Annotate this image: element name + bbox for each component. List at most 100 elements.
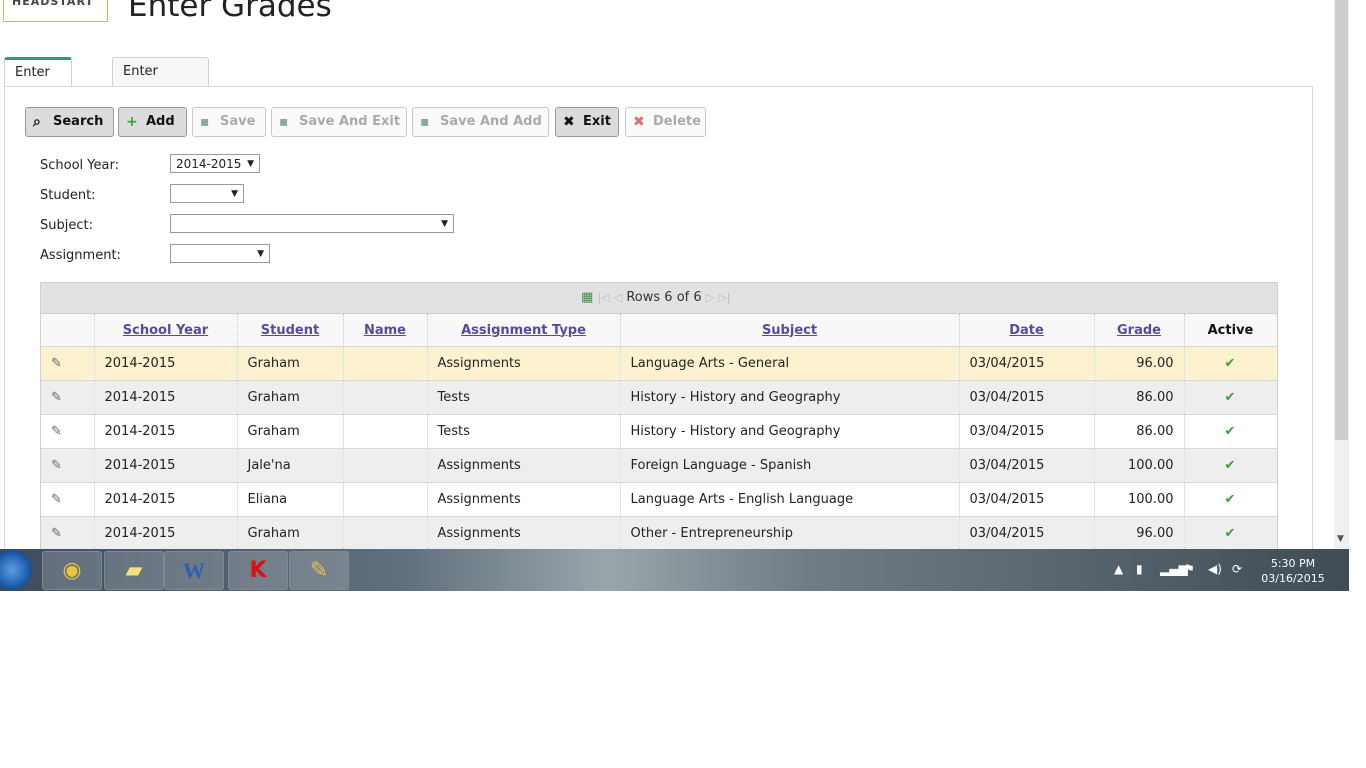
col-date[interactable]: Date <box>959 314 1095 347</box>
edit-icon[interactable]: ✎ <box>41 414 95 449</box>
cell-date: 03/04/2015 <box>959 414 1095 449</box>
table-row[interactable]: ✎ 2014-2015 Graham Tests History - Histo… <box>41 380 1278 415</box>
checkmark-icon: ✔ <box>1184 482 1278 517</box>
exit-button[interactable]: ✖ Exit <box>555 107 619 137</box>
cell-assignment-type: Assignments <box>427 448 621 483</box>
windows-taskbar: ◉ ▰ W K ✎ ▲ ▮ ▂▄▆ ⚑ ◀) ⟳ 5:30 PM 03/16/2… <box>0 549 1349 591</box>
cell-name <box>343 448 428 483</box>
grades-grid: ▦ |◁ ◁ Rows 6 of 6 ▷ ▷| School Year Stud… <box>40 282 1278 549</box>
edit-icon[interactable]: ✎ <box>41 482 95 517</box>
cell-school-year: 2014-2015 <box>94 516 238 549</box>
export-icon[interactable]: ▦ <box>581 290 593 305</box>
table-row[interactable]: ✎ 2014-2015 Eliana Assignments Language … <box>41 482 1278 517</box>
cell-name <box>343 516 428 549</box>
col-assignment-type[interactable]: Assignment Type <box>427 314 621 347</box>
cell-date: 03/04/2015 <box>959 482 1095 517</box>
edit-icon[interactable]: ✎ <box>41 448 95 483</box>
delete-button[interactable]: ✖ Delete <box>625 107 706 137</box>
next-page-icon[interactable]: ▷ <box>706 291 714 304</box>
flag-icon[interactable]: ⚑ <box>1184 562 1195 576</box>
cell-school-year: 2014-2015 <box>94 380 238 415</box>
save-and-exit-label: Save And Exit <box>299 114 401 129</box>
vertical-scrollbar[interactable]: ▼ <box>1334 0 1349 549</box>
add-button[interactable]: + Add <box>118 107 187 137</box>
power-icon[interactable]: ▮ <box>1136 562 1143 576</box>
paint-icon[interactable]: ✎ <box>289 551 349 590</box>
table-row[interactable]: ✎ 2014-2015 Graham Assignments Other - E… <box>41 516 1278 549</box>
table-row[interactable]: ✎ 2014-2015 Graham Tests History - Histo… <box>41 414 1278 449</box>
cell-subject: Language Arts - General <box>620 346 960 381</box>
cell-subject: History - History and Geography <box>620 380 960 415</box>
save-and-add-button[interactable]: ▪ Save And Add <box>412 107 549 137</box>
edit-column-header <box>41 314 95 347</box>
col-name[interactable]: Name <box>343 314 428 347</box>
notes-icon[interactable]: ▰ <box>104 551 164 590</box>
student-select[interactable]: ▼ <box>170 184 244 203</box>
sync-icon[interactable]: ⟳ <box>1232 562 1242 576</box>
cell-subject: Other - Entrepreneurship <box>620 516 960 549</box>
cell-date: 03/04/2015 <box>959 346 1095 381</box>
chrome-icon[interactable]: ◉ <box>42 551 102 590</box>
assignment-label: Assignment: <box>40 248 121 263</box>
save-button-label: Save <box>220 114 256 129</box>
cell-student: Graham <box>237 380 344 415</box>
logo-text: HEADSTART <box>12 0 94 8</box>
edit-icon[interactable]: ✎ <box>41 346 95 381</box>
start-button[interactable] <box>0 550 32 590</box>
edit-icon[interactable]: ✎ <box>41 380 95 415</box>
save-and-add-label: Save And Add <box>440 114 542 129</box>
save-and-exit-button[interactable]: ▪ Save And Exit <box>271 107 407 137</box>
cell-school-year: 2014-2015 <box>94 346 238 381</box>
show-hidden-icons-icon[interactable]: ▲ <box>1114 562 1123 576</box>
cell-assignment-type: Assignments <box>427 482 621 517</box>
assignment-select[interactable]: ▼ <box>170 244 270 263</box>
cell-student: Graham <box>237 516 344 549</box>
scroll-down-icon[interactable]: ▼ <box>1337 534 1344 544</box>
checkmark-icon: ✔ <box>1184 414 1278 449</box>
plus-icon: + <box>126 114 138 130</box>
cell-student: Jale'na <box>237 448 344 483</box>
cell-grade: 86.00 <box>1094 380 1185 415</box>
word-icon[interactable]: W <box>164 551 224 590</box>
cell-subject: Foreign Language - Spanish <box>620 448 960 483</box>
scrollbar-thumb[interactable] <box>1335 0 1348 440</box>
cell-assignment-type: Tests <box>427 414 621 449</box>
save-add-icon: ▪ <box>420 114 430 130</box>
volume-icon[interactable]: ◀) <box>1208 562 1222 576</box>
cell-grade: 96.00 <box>1094 516 1185 549</box>
school-year-select[interactable]: 2014-2015 ▼ <box>170 154 260 173</box>
first-page-icon[interactable]: |◁ <box>597 291 609 304</box>
col-student[interactable]: Student <box>237 314 344 347</box>
search-icon: ⌕ <box>33 114 41 130</box>
subject-label: Subject: <box>40 218 93 233</box>
table-row[interactable]: ✎ 2014-2015 Graham Assignments Language … <box>41 346 1278 381</box>
prev-page-icon[interactable]: ◁ <box>614 291 622 304</box>
cell-name <box>343 380 428 415</box>
exit-button-label: Exit <box>583 114 611 129</box>
last-page-icon[interactable]: ▷| <box>718 291 730 304</box>
grid-pager: ▦ |◁ ◁ Rows 6 of 6 ▷ ▷| <box>41 283 1277 314</box>
col-grade[interactable]: Grade <box>1094 314 1185 347</box>
add-button-label: Add <box>146 114 175 129</box>
edit-icon[interactable]: ✎ <box>41 516 95 549</box>
save-exit-icon: ▪ <box>279 114 289 130</box>
kaspersky-icon[interactable]: K <box>228 551 288 590</box>
browser-viewport: HEADSTART Enter Grades Enter Grades Ente… <box>0 0 1349 549</box>
tab-enter-grades[interactable]: Enter Grades <box>4 57 73 106</box>
checkmark-icon: ✔ <box>1184 380 1278 415</box>
site-logo[interactable]: HEADSTART <box>3 0 108 22</box>
col-subject[interactable]: Subject <box>620 314 960 347</box>
chevron-down-icon: ▼ <box>247 159 254 169</box>
cell-student: Graham <box>237 346 344 381</box>
checkmark-icon: ✔ <box>1184 346 1278 381</box>
table-row[interactable]: ✎ 2014-2015 Jale'na Assignments Foreign … <box>41 448 1278 483</box>
cell-grade: 86.00 <box>1094 414 1185 449</box>
tab-enter-attendance[interactable]: Enter Attendance <box>112 57 209 107</box>
save-button[interactable]: ▪ Save <box>192 107 266 137</box>
subject-select[interactable]: ▼ <box>170 214 454 233</box>
clock[interactable]: 5:30 PM 03/16/2015 <box>1258 556 1328 586</box>
grades-table: School Year Student Name Assignment Type… <box>41 314 1278 549</box>
col-school-year[interactable]: School Year <box>94 314 238 347</box>
cell-student: Graham <box>237 414 344 449</box>
search-button[interactable]: ⌕ Search <box>25 107 114 137</box>
